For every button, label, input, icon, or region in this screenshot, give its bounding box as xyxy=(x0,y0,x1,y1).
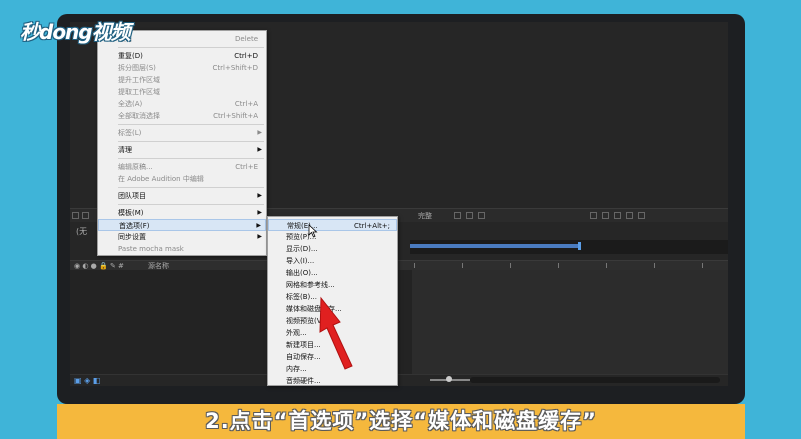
menu-item-purge[interactable]: 清理 ▶ xyxy=(98,144,266,156)
work-area-bar[interactable] xyxy=(410,244,578,248)
menu-item-team-project[interactable]: 团队项目 ▶ xyxy=(98,190,266,202)
menu-item-duplicate[interactable]: 重复(D) Ctrl+D xyxy=(98,50,266,62)
toolbar-icon[interactable] xyxy=(626,212,633,219)
menu-item-deselect-all[interactable]: 全部取消选择 Ctrl+Shift+A xyxy=(98,110,266,122)
toolbar-icon[interactable] xyxy=(590,212,597,219)
submenu-item-import[interactable]: 导入(I)... xyxy=(268,255,397,267)
menu-item-extract-work-area[interactable]: 提取工作区域 xyxy=(98,86,266,98)
submenu-item-display[interactable]: 显示(D)... xyxy=(268,243,397,255)
menu-item-lift-work-area[interactable]: 提升工作区域 xyxy=(98,74,266,86)
menu-item-edit-in-audition[interactable]: 在 Adobe Audition 中编辑 xyxy=(98,173,266,185)
brand-logo: 秒dong视频 xyxy=(20,20,131,44)
menu-item-split-layer[interactable]: 拆分图层(S) Ctrl+Shift+D xyxy=(98,62,266,74)
menu-item-edit-original[interactable]: 编辑原稿... Ctrl+E xyxy=(98,161,266,173)
resolution-select[interactable]: 完整 xyxy=(418,211,432,221)
timeline-tracks[interactable] xyxy=(412,270,728,374)
menu-item-label[interactable]: 标签(L) ▶ xyxy=(98,127,266,139)
menu-item-preferences[interactable]: 首选项(F) ▶ xyxy=(98,219,266,231)
toggle-switches-icon[interactable]: ▣ ◈ ◧ xyxy=(74,376,100,385)
menu-item-select-all[interactable]: 全选(A) Ctrl+A xyxy=(98,98,266,110)
toolbar-icon[interactable] xyxy=(82,212,89,219)
submenu-item-grids-guides[interactable]: 网格和参考线... xyxy=(268,279,397,291)
timeline-scrollbar[interactable] xyxy=(470,377,720,383)
time-ticks xyxy=(412,260,728,270)
edit-menu: 撤消 Delete 重复(D) Ctrl+D 拆分图层(S) Ctrl+Shift+D… xyxy=(97,30,267,256)
menu-item-templates[interactable]: 模板(M) ▶ xyxy=(98,207,266,219)
timeline-footer: ▣ ◈ ◧ xyxy=(70,374,728,386)
work-area-end-handle[interactable] xyxy=(578,242,581,250)
toolbar-icon[interactable] xyxy=(72,212,79,219)
menu-item-paste-mocha-mask[interactable]: Paste mocha mask xyxy=(98,243,266,255)
menu-item-sync-settings[interactable]: 同步设置 ▶ xyxy=(98,231,266,243)
camera-icon[interactable] xyxy=(638,212,645,219)
submenu-item-previews[interactable]: 预览(P)... xyxy=(268,231,397,243)
timeline-tab[interactable]: (无 xyxy=(76,226,87,237)
toolbar-icon[interactable] xyxy=(602,212,609,219)
toolbar-icon[interactable] xyxy=(466,212,473,219)
red-arrow-icon xyxy=(319,296,353,370)
caption-bar: 2.点击“首选项”选择“媒体和磁盘缓存” xyxy=(57,404,745,439)
mouse-cursor-icon xyxy=(308,224,318,238)
submenu-item-audio-hardware[interactable]: 音频硬件... xyxy=(268,375,397,385)
submenu-item-output[interactable]: 输出(O)... xyxy=(268,267,397,279)
toolbar-icon[interactable] xyxy=(454,212,461,219)
time-ruler[interactable] xyxy=(410,240,728,254)
submenu-item-general[interactable]: 常规(E)... Ctrl+Alt+; xyxy=(268,219,397,231)
zoom-knob[interactable] xyxy=(446,376,452,382)
toolbar-icon[interactable] xyxy=(478,212,485,219)
toolbar-icon[interactable] xyxy=(614,212,621,219)
caption-text: 2.点击“首选项”选择“媒体和磁盘缓存” xyxy=(205,409,597,433)
